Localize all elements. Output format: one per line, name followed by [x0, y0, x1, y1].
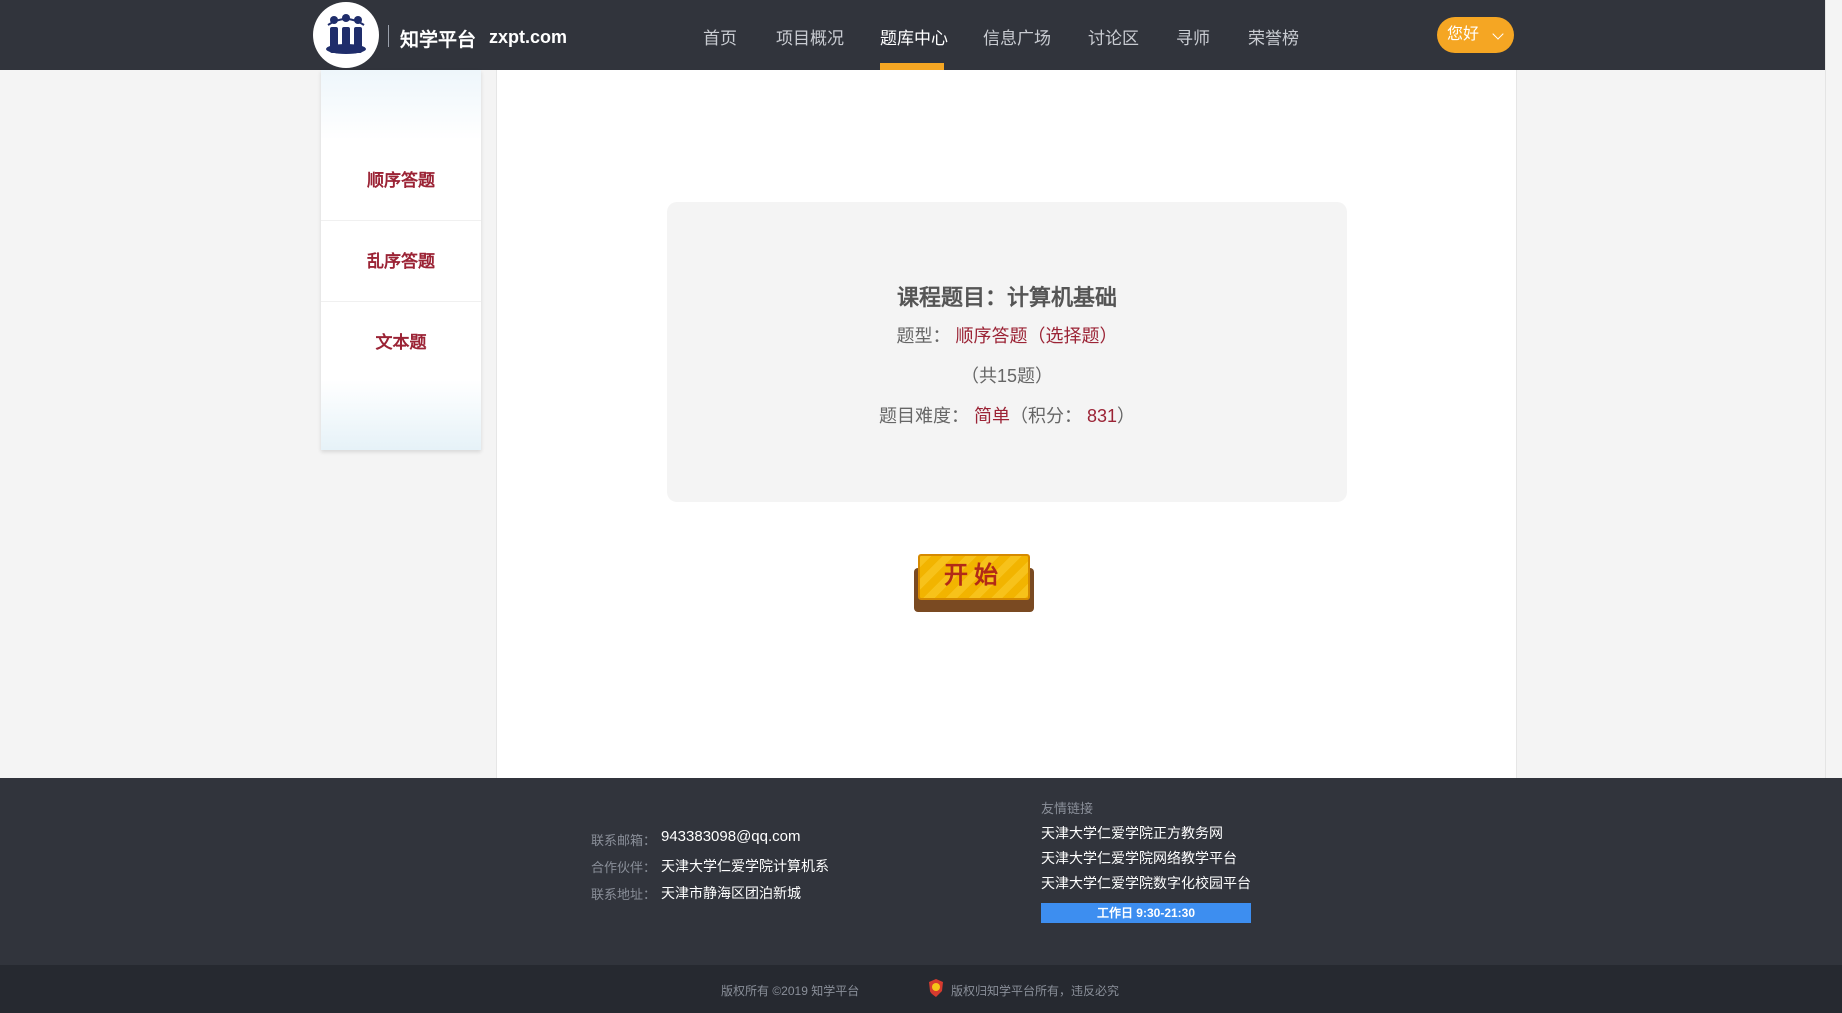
- nav-info-square[interactable]: 信息广场: [983, 24, 1051, 49]
- nav-question-bank[interactable]: 题库中心: [880, 24, 948, 49]
- nav-active-indicator: [880, 63, 944, 70]
- rights-text: 版权归知学平台所有，违反必究: [951, 984, 1120, 998]
- friend-links-title: 友情链接: [1041, 801, 1094, 816]
- course-title: 课程题目：计算机基础: [896, 285, 1117, 310]
- nav-discussion[interactable]: 讨论区: [1088, 24, 1139, 49]
- difficulty-row: 题目难度： 简单（积分： 831）: [667, 402, 1347, 428]
- contact-email-value[interactable]: 943383098@qq.com: [661, 828, 801, 845]
- address-value: 天津市静海区团泊新城: [661, 885, 801, 901]
- working-hours-badge: 工作日 9:30-21:30: [1041, 903, 1251, 923]
- question-type-label: 题型：: [896, 326, 951, 346]
- logo-divider: [388, 25, 389, 47]
- start-button-label: 开始: [944, 562, 1004, 589]
- sidebar-bottom-decoration: [321, 380, 481, 450]
- user-menu-button[interactable]: 您好: [1437, 17, 1514, 53]
- question-type-value: 顺序答题（选择题）: [955, 326, 1118, 346]
- brand-domain[interactable]: zxpt.com: [489, 27, 567, 48]
- points-value: 831: [1086, 406, 1118, 426]
- nav-project-overview[interactable]: 项目概况: [776, 24, 844, 49]
- friend-link-campus[interactable]: 天津大学仁爱学院数字化校园平台: [1041, 873, 1251, 893]
- copyright-text: 版权所有 ©2019 知学平台: [721, 984, 860, 998]
- address-label: 联系地址：: [591, 887, 657, 902]
- course-info-card: 课程题目：计算机基础 题型： 顺序答题（选择题） （共15题） 题目难度： 简单…: [667, 202, 1347, 502]
- points-label: （积分：: [1009, 406, 1082, 426]
- question-type-sidebar: 顺序答题 乱序答题 文本题: [321, 70, 481, 450]
- start-button[interactable]: 开始: [914, 554, 1034, 612]
- brand-name[interactable]: 知学平台: [400, 25, 476, 52]
- copyright-bar: 版权所有 ©2019 知学平台 版权归知学平台所有，违反必究: [0, 965, 1842, 1013]
- points-close: ）: [1117, 406, 1136, 426]
- nav-home[interactable]: 首页: [703, 24, 737, 49]
- sidebar-top-decoration: [321, 70, 481, 140]
- police-badge-icon: [929, 979, 943, 997]
- site-footer: 联系邮箱： 943383098@qq.com 合作伙伴： 天津大学仁爱学院计算机…: [0, 778, 1842, 965]
- main-content: 课程题目：计算机基础 题型： 顺序答题（选择题） （共15题） 题目难度： 简单…: [496, 70, 1517, 778]
- contact-email-label: 联系邮箱：: [591, 833, 657, 848]
- friend-link-academic[interactable]: 天津大学仁爱学院正方教务网: [1041, 823, 1223, 843]
- sidebar-item-random[interactable]: 乱序答题: [321, 221, 481, 302]
- sidebar-item-sequential[interactable]: 顺序答题: [321, 140, 481, 221]
- scrollbar[interactable]: [1825, 0, 1842, 778]
- partner-value: 天津大学仁爱学院计算机系: [661, 858, 829, 874]
- nav-find-tutor[interactable]: 寻师: [1176, 24, 1210, 49]
- sidebar-item-text[interactable]: 文本题: [321, 302, 481, 383]
- user-greeting: 您好: [1447, 26, 1480, 43]
- chevron-down-icon: [1492, 28, 1504, 40]
- top-header: 知学平台 zxpt.com 首页 项目概况 题库中心 信息广场 讨论区 寻师 荣…: [0, 0, 1825, 70]
- difficulty-label: 题目难度：: [878, 406, 969, 426]
- nav-honor-roll[interactable]: 荣誉榜: [1248, 24, 1299, 49]
- logo-icon[interactable]: [313, 2, 379, 68]
- question-count: （共15题）: [960, 366, 1054, 386]
- question-type-row: 题型： 顺序答题（选择题）: [667, 322, 1347, 348]
- partner-label: 合作伙伴：: [591, 860, 657, 875]
- friend-link-teaching[interactable]: 天津大学仁爱学院网络教学平台: [1041, 848, 1237, 868]
- difficulty-value: 简单: [973, 406, 1010, 426]
